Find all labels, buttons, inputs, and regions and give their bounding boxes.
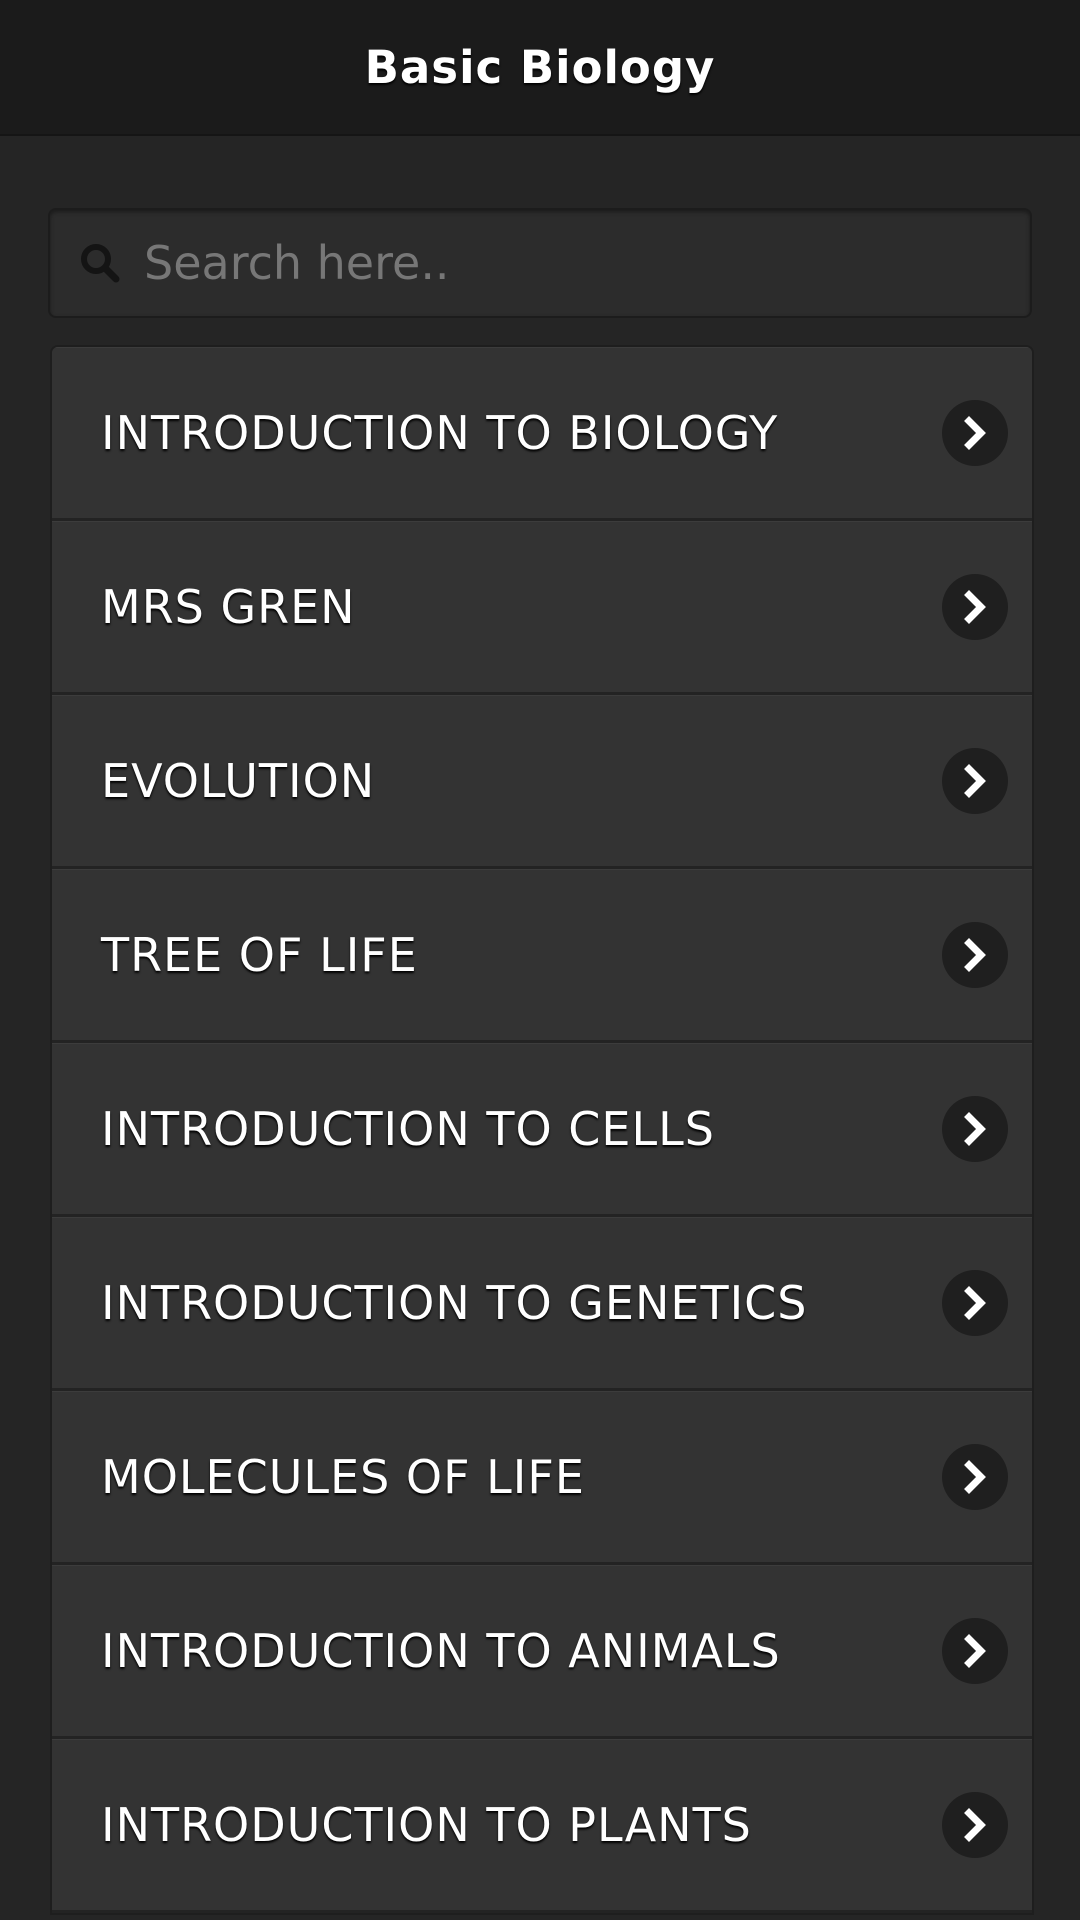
list-item-label: TREE OF LIFE (101, 928, 418, 982)
list-item-label: EVOLUTION (101, 754, 376, 808)
list-item-molecules-of-life[interactable]: MOLECULES OF LIFE (52, 1391, 1032, 1565)
chevron-right-icon (942, 922, 1008, 988)
chevron-right-icon (942, 1270, 1008, 1336)
page-title: Basic Biology (364, 40, 716, 94)
list-item-label: INTRODUCTION TO ANIMALS (101, 1624, 781, 1678)
search-bar[interactable] (48, 208, 1032, 318)
chevron-right-icon (942, 1096, 1008, 1162)
app-header: Basic Biology (0, 0, 1080, 136)
chevron-right-icon (942, 1444, 1008, 1510)
list-item-label: MOLECULES OF LIFE (101, 1450, 585, 1504)
list-item-tree-of-life[interactable]: TREE OF LIFE (52, 869, 1032, 1043)
chevron-right-icon (942, 748, 1008, 814)
chevron-right-icon (942, 1618, 1008, 1684)
chevron-right-icon (942, 574, 1008, 640)
list-item-introduction-to-genetics[interactable]: INTRODUCTION TO GENETICS (52, 1217, 1032, 1391)
list-item-introduction-to-cells[interactable]: INTRODUCTION TO CELLS (52, 1043, 1032, 1217)
list-item-mrs-gren[interactable]: MRS GREN (52, 521, 1032, 695)
list-item-label: MRS GREN (101, 580, 356, 634)
list-item-evolution[interactable]: EVOLUTION (52, 695, 1032, 869)
search-input[interactable] (136, 210, 1030, 316)
list-item-label: INTRODUCTION TO CELLS (101, 1102, 715, 1156)
list-item-introduction-to-plants[interactable]: INTRODUCTION TO PLANTS (52, 1739, 1032, 1913)
topic-list: INTRODUCTION TO BIOLOGY MRS GREN EVOLUTI… (50, 345, 1034, 1915)
list-item-label: INTRODUCTION TO PLANTS (101, 1798, 752, 1852)
list-item-introduction-to-animals[interactable]: INTRODUCTION TO ANIMALS (52, 1565, 1032, 1739)
list-item-label: INTRODUCTION TO BIOLOGY (101, 406, 779, 460)
list-item-label: INTRODUCTION TO GENETICS (101, 1276, 808, 1330)
list-item-introduction-to-biology[interactable]: INTRODUCTION TO BIOLOGY (52, 347, 1032, 521)
chevron-right-icon (942, 1792, 1008, 1858)
search-icon (64, 208, 136, 318)
chevron-right-icon (942, 400, 1008, 466)
